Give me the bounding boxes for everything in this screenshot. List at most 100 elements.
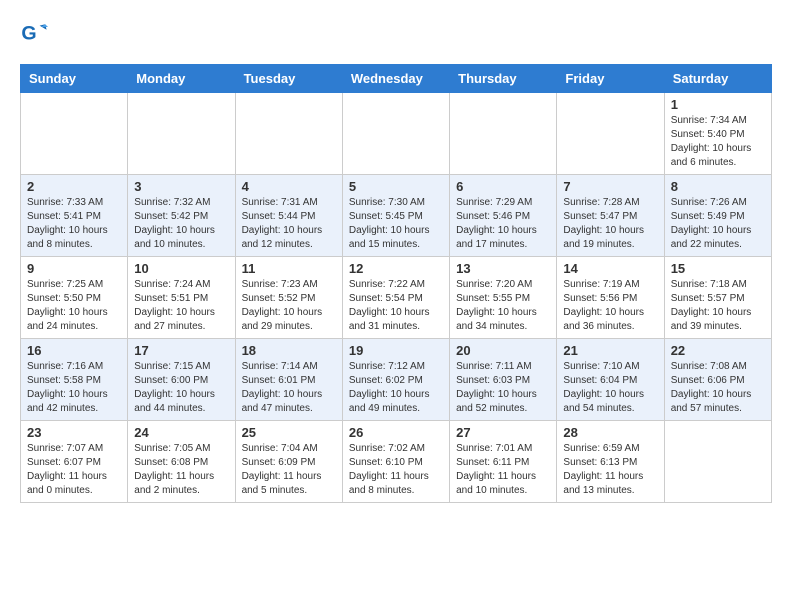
day-info: Sunrise: 7:02 AM Sunset: 6:10 PM Dayligh… [349, 442, 443, 498]
calendar-week-5: 23 Sunrise: 7:07 AM Sunset: 6:07 PM Dayli… [21, 421, 772, 503]
calendar-cell: 24Sunrise: 7:05 AM Sunset: 6:08 PM Dayli… [128, 421, 235, 503]
day-info: Sunrise: 7:18 AM Sunset: 5:57 PM Dayligh… [671, 278, 765, 334]
day-number: 13 [456, 261, 550, 276]
day-info: Sunrise: 7:29 AM Sunset: 5:46 PM Dayligh… [456, 196, 550, 252]
calendar-cell: 19 Sunrise: 7:12 AM Sunset: 6:02 PM Dayli… [342, 339, 449, 421]
day-info: Sunrise: 7:11 AM Sunset: 6:03 PM Dayligh… [456, 360, 550, 416]
day-number: 27 [456, 425, 550, 440]
calendar-cell: 5 Sunrise: 7:30 AM Sunset: 5:45 PM Daylig… [342, 175, 449, 257]
day-number: 16 [27, 343, 121, 358]
weekday-header-tuesday: Tuesday [235, 65, 342, 93]
weekday-header-thursday: Thursday [450, 65, 557, 93]
day-info: Sunrise: 7:34 AM Sunset: 5:40 PM Dayligh… [671, 114, 765, 170]
day-number: 3 [134, 179, 228, 194]
day-number: 24 [134, 425, 228, 440]
day-number: 4 [242, 179, 336, 194]
calendar-cell: 22 Sunrise: 7:08 AM Sunset: 6:06 PM Dayli… [664, 339, 771, 421]
day-number: 10 [134, 261, 228, 276]
day-number: 25 [242, 425, 336, 440]
day-info: Sunrise: 7:33 AM Sunset: 5:41 PM Dayligh… [27, 196, 121, 252]
calendar-cell: 20 Sunrise: 7:11 AM Sunset: 6:03 PM Dayli… [450, 339, 557, 421]
day-info: Sunrise: 7:26 AM Sunset: 5:49 PM Dayligh… [671, 196, 765, 252]
day-info: Sunrise: 7:28 AM Sunset: 5:47 PM Dayligh… [563, 196, 657, 252]
calendar-cell: 4 Sunrise: 7:31 AM Sunset: 5:44 PM Daylig… [235, 175, 342, 257]
day-info: Sunrise: 7:16 AM Sunset: 5:58 PM Dayligh… [27, 360, 121, 416]
calendar-cell: 26 Sunrise: 7:02 AM Sunset: 6:10 PM Dayli… [342, 421, 449, 503]
day-number: 17 [134, 343, 228, 358]
day-info: Sunrise: 7:15 AM Sunset: 6:00 PM Dayligh… [134, 360, 228, 416]
weekday-header-sunday: Sunday [21, 65, 128, 93]
weekday-header-monday: Monday [128, 65, 235, 93]
calendar-cell: 8Sunrise: 7:26 AM Sunset: 5:49 PM Daylig… [664, 175, 771, 257]
day-number: 21 [563, 343, 657, 358]
day-number: 2 [27, 179, 121, 194]
day-info: Sunrise: 7:12 AM Sunset: 6:02 PM Dayligh… [349, 360, 443, 416]
weekday-header-saturday: Saturday [664, 65, 771, 93]
calendar-cell: 21Sunrise: 7:10 AM Sunset: 6:04 PM Dayli… [557, 339, 664, 421]
day-info: Sunrise: 7:31 AM Sunset: 5:44 PM Dayligh… [242, 196, 336, 252]
day-info: Sunrise: 7:30 AM Sunset: 5:45 PM Dayligh… [349, 196, 443, 252]
calendar-cell: 23 Sunrise: 7:07 AM Sunset: 6:07 PM Dayli… [21, 421, 128, 503]
page: G SundayMondayTuesdayWednesdayThursdayFr… [0, 0, 792, 523]
day-number: 12 [349, 261, 443, 276]
calendar-header-row: SundayMondayTuesdayWednesdayThursdayFrid… [21, 65, 772, 93]
calendar-cell: 16 Sunrise: 7:16 AM Sunset: 5:58 PM Dayli… [21, 339, 128, 421]
calendar-cell: 2 Sunrise: 7:33 AM Sunset: 5:41 PM Daylig… [21, 175, 128, 257]
logo-icon: G [20, 20, 48, 48]
calendar-cell: 12 Sunrise: 7:22 AM Sunset: 5:54 PM Dayli… [342, 257, 449, 339]
calendar-cell [342, 93, 449, 175]
calendar-cell: 14 Sunrise: 7:19 AM Sunset: 5:56 PM Dayli… [557, 257, 664, 339]
day-number: 19 [349, 343, 443, 358]
day-info: Sunrise: 7:22 AM Sunset: 5:54 PM Dayligh… [349, 278, 443, 334]
calendar-cell: 27 Sunrise: 7:01 AM Sunset: 6:11 PM Dayli… [450, 421, 557, 503]
day-number: 9 [27, 261, 121, 276]
calendar-cell [664, 421, 771, 503]
day-number: 28 [563, 425, 657, 440]
day-number: 6 [456, 179, 550, 194]
calendar-body: 1 Sunrise: 7:34 AM Sunset: 5:40 PM Daylig… [21, 93, 772, 503]
calendar-cell: 15 Sunrise: 7:18 AM Sunset: 5:57 PM Dayli… [664, 257, 771, 339]
calendar-cell: 13 Sunrise: 7:20 AM Sunset: 5:55 PM Dayli… [450, 257, 557, 339]
calendar-cell [450, 93, 557, 175]
day-info: Sunrise: 7:04 AM Sunset: 6:09 PM Dayligh… [242, 442, 336, 498]
day-number: 26 [349, 425, 443, 440]
weekday-header-wednesday: Wednesday [342, 65, 449, 93]
calendar-cell: 1 Sunrise: 7:34 AM Sunset: 5:40 PM Daylig… [664, 93, 771, 175]
day-info: Sunrise: 7:08 AM Sunset: 6:06 PM Dayligh… [671, 360, 765, 416]
calendar-week-1: 1 Sunrise: 7:34 AM Sunset: 5:40 PM Daylig… [21, 93, 772, 175]
day-info: Sunrise: 7:14 AM Sunset: 6:01 PM Dayligh… [242, 360, 336, 416]
calendar-cell: 18Sunrise: 7:14 AM Sunset: 6:01 PM Dayli… [235, 339, 342, 421]
logo: G [20, 20, 52, 48]
day-number: 5 [349, 179, 443, 194]
header: G [20, 20, 772, 48]
calendar-cell [557, 93, 664, 175]
calendar-week-3: 9 Sunrise: 7:25 AM Sunset: 5:50 PM Daylig… [21, 257, 772, 339]
day-info: Sunrise: 7:07 AM Sunset: 6:07 PM Dayligh… [27, 442, 121, 498]
calendar-cell: 10 Sunrise: 7:24 AM Sunset: 5:51 PM Dayli… [128, 257, 235, 339]
day-number: 22 [671, 343, 765, 358]
calendar-week-4: 16 Sunrise: 7:16 AM Sunset: 5:58 PM Dayli… [21, 339, 772, 421]
day-number: 20 [456, 343, 550, 358]
day-number: 15 [671, 261, 765, 276]
calendar-cell [21, 93, 128, 175]
weekday-header-friday: Friday [557, 65, 664, 93]
calendar-cell: 28 Sunrise: 6:59 AM Sunset: 6:13 PM Dayli… [557, 421, 664, 503]
calendar-week-2: 2 Sunrise: 7:33 AM Sunset: 5:41 PM Daylig… [21, 175, 772, 257]
day-number: 1 [671, 97, 765, 112]
day-number: 14 [563, 261, 657, 276]
day-info: Sunrise: 7:19 AM Sunset: 5:56 PM Dayligh… [563, 278, 657, 334]
day-number: 7 [563, 179, 657, 194]
day-info: Sunrise: 7:24 AM Sunset: 5:51 PM Dayligh… [134, 278, 228, 334]
day-info: Sunrise: 7:23 AM Sunset: 5:52 PM Dayligh… [242, 278, 336, 334]
calendar-cell [128, 93, 235, 175]
calendar-table: SundayMondayTuesdayWednesdayThursdayFrid… [20, 64, 772, 503]
calendar-cell: 9 Sunrise: 7:25 AM Sunset: 5:50 PM Daylig… [21, 257, 128, 339]
calendar-cell: 3Sunrise: 7:32 AM Sunset: 5:42 PM Daylig… [128, 175, 235, 257]
day-info: Sunrise: 6:59 AM Sunset: 6:13 PM Dayligh… [563, 442, 657, 498]
calendar-cell: 25 Sunrise: 7:04 AM Sunset: 6:09 PM Dayli… [235, 421, 342, 503]
day-info: Sunrise: 7:20 AM Sunset: 5:55 PM Dayligh… [456, 278, 550, 334]
day-info: Sunrise: 7:01 AM Sunset: 6:11 PM Dayligh… [456, 442, 550, 498]
svg-text:G: G [21, 23, 36, 45]
day-number: 23 [27, 425, 121, 440]
day-info: Sunrise: 7:25 AM Sunset: 5:50 PM Dayligh… [27, 278, 121, 334]
